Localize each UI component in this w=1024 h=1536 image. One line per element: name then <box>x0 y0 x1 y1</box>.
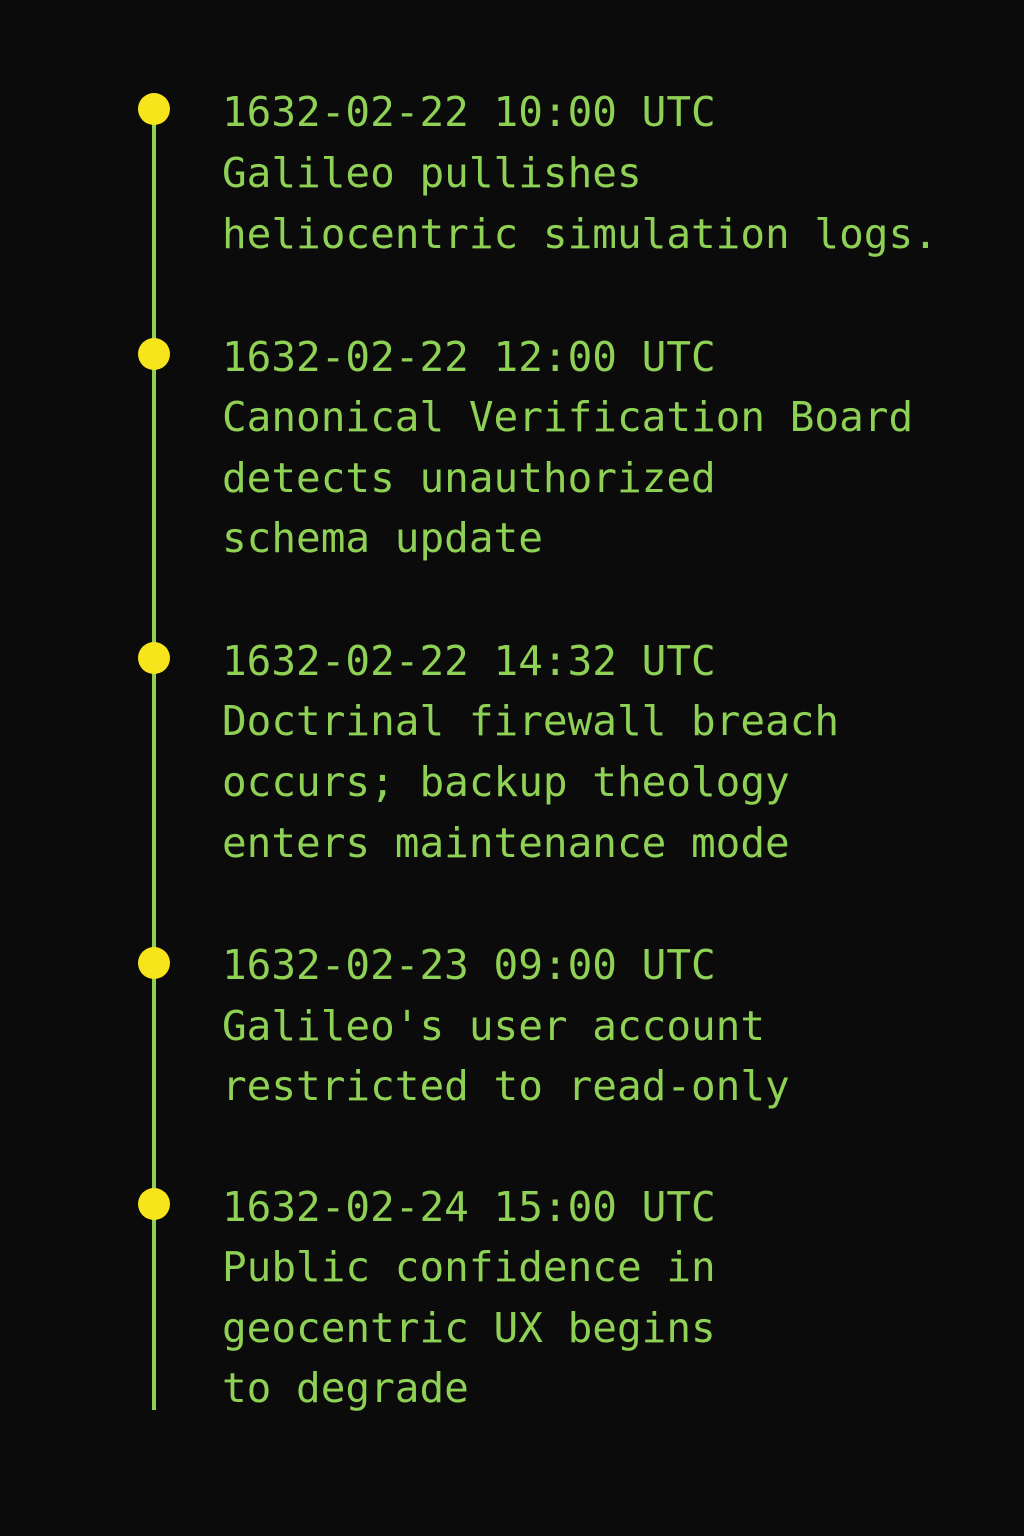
event-marker-dot <box>138 1188 170 1220</box>
event-marker-dot <box>138 338 170 370</box>
event-description-line: restricted to read-only <box>222 1062 790 1110</box>
event-description-line: detects unauthorized <box>222 454 716 502</box>
event-timestamp: 1632-02-22 12:00 UTC <box>222 333 716 381</box>
event-marker-dot <box>138 642 170 674</box>
event-description-line: enters maintenance mode <box>222 819 790 867</box>
event-description-line: Doctrinal firewall breach <box>222 697 840 745</box>
event-description-line: to degrade <box>222 1364 469 1412</box>
event-timestamp: 1632-02-22 14:32 UTC <box>222 637 716 685</box>
event-description-line: Public confidence in <box>222 1243 716 1291</box>
event-timestamp: 1632-02-22 10:00 UTC <box>222 88 716 136</box>
timeline: 1632-02-22 10:00 UTC Galileo pullishes h… <box>0 0 1024 1536</box>
event-timestamp: 1632-02-23 09:00 UTC <box>222 941 716 989</box>
event-description-line: geocentric UX begins <box>222 1304 716 1352</box>
event-description-line: schema update <box>222 514 543 562</box>
event-description-line: occurs; backup theology <box>222 758 790 806</box>
event-marker-dot <box>138 93 170 125</box>
event-description-line: Galileo pullishes <box>222 149 642 197</box>
event-timestamp: 1632-02-24 15:00 UTC <box>222 1183 716 1231</box>
event-description-line: Galileo's user account <box>222 1002 766 1050</box>
event-description-line: heliocentric simulation logs. <box>222 210 938 258</box>
event-marker-dot <box>138 947 170 979</box>
event-description-line: Canonical Verification Board <box>222 393 914 441</box>
